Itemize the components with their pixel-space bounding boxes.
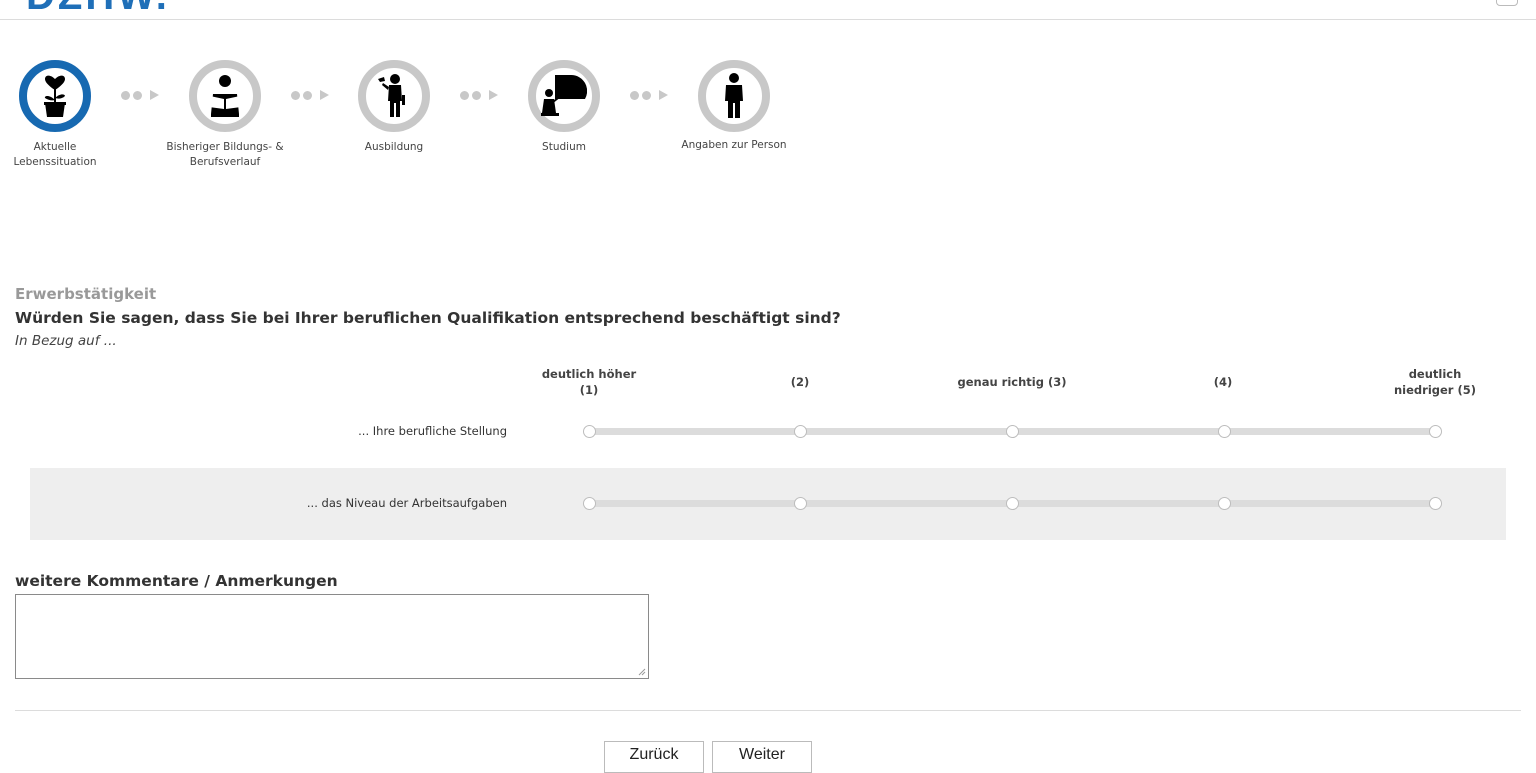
flower-heart-icon (19, 60, 91, 132)
scale-label-3: genau richtig (3) (957, 375, 1067, 389)
step-label: Aktuelle Lebenssituation (13, 141, 97, 168)
scale-label-5: deutlich niedriger (5) (1394, 367, 1476, 397)
section-title: Erwerbstätigkeit (15, 285, 157, 303)
comments-textarea[interactable] (15, 594, 649, 679)
radio-niveau-4[interactable] (1218, 497, 1231, 510)
resize-grip-icon[interactable] (636, 666, 646, 676)
radio-niveau-1[interactable] (583, 497, 596, 510)
step-bildungsverlauf: Bisheriger Bildungs- & Berufsverlauf (165, 60, 285, 170)
step-connector (460, 89, 500, 103)
step-connector (291, 89, 331, 103)
radio-stellung-2[interactable] (794, 425, 807, 438)
scale-label-2: (2) (790, 375, 810, 389)
step-studium: Studium (504, 60, 624, 155)
radio-stellung-3[interactable] (1006, 425, 1019, 438)
step-label: Studium (542, 141, 586, 153)
radio-stellung-4[interactable] (1218, 425, 1231, 438)
question-hint: In Bezug auf ... (15, 333, 117, 349)
step-label: Angaben zur Person (681, 139, 787, 151)
comments-title: weitere Kommentare / Anmerkungen (15, 572, 338, 590)
radio-niveau-2[interactable] (794, 497, 807, 510)
person-reading-icon (189, 60, 261, 132)
next-button[interactable]: Weiter (712, 741, 812, 773)
step-ausbildung: Ausbildung (334, 60, 454, 155)
item-label-stellung: ... Ihre berufliche Stellung (358, 424, 507, 438)
menu-toggle[interactable] (1496, 0, 1518, 6)
step-connector (121, 89, 161, 103)
logo: DZHW. (26, 0, 170, 19)
question-text: Würden Sie sagen, dass Sie bei Ihrer ber… (15, 309, 841, 327)
scale-label-4: (4) (1213, 375, 1233, 389)
radio-stellung-1[interactable] (583, 425, 596, 438)
step-label: Ausbildung (364, 141, 424, 153)
lecturer-icon (528, 60, 600, 132)
scale-label-1: deutlich höher (1) (541, 367, 637, 397)
radio-niveau-3[interactable] (1006, 497, 1019, 510)
worker-icon (358, 60, 430, 132)
step-label: Bisheriger Bildungs- & Berufsverlauf (166, 141, 284, 168)
item-label-niveau: ... das Niveau der Arbeitsaufgaben (306, 496, 507, 510)
step-angaben-zur-person: Angaben zur Person (674, 60, 794, 153)
top-bar: DZHW. (0, 0, 1536, 20)
step-aktuelle-lebenssituation: Aktuelle Lebenssituation (0, 60, 115, 170)
divider (15, 710, 1521, 711)
step-connector (630, 89, 670, 103)
back-button[interactable]: Zurück (604, 741, 704, 773)
person-icon (698, 60, 770, 132)
radio-niveau-5[interactable] (1429, 497, 1442, 510)
radio-stellung-5[interactable] (1429, 425, 1442, 438)
